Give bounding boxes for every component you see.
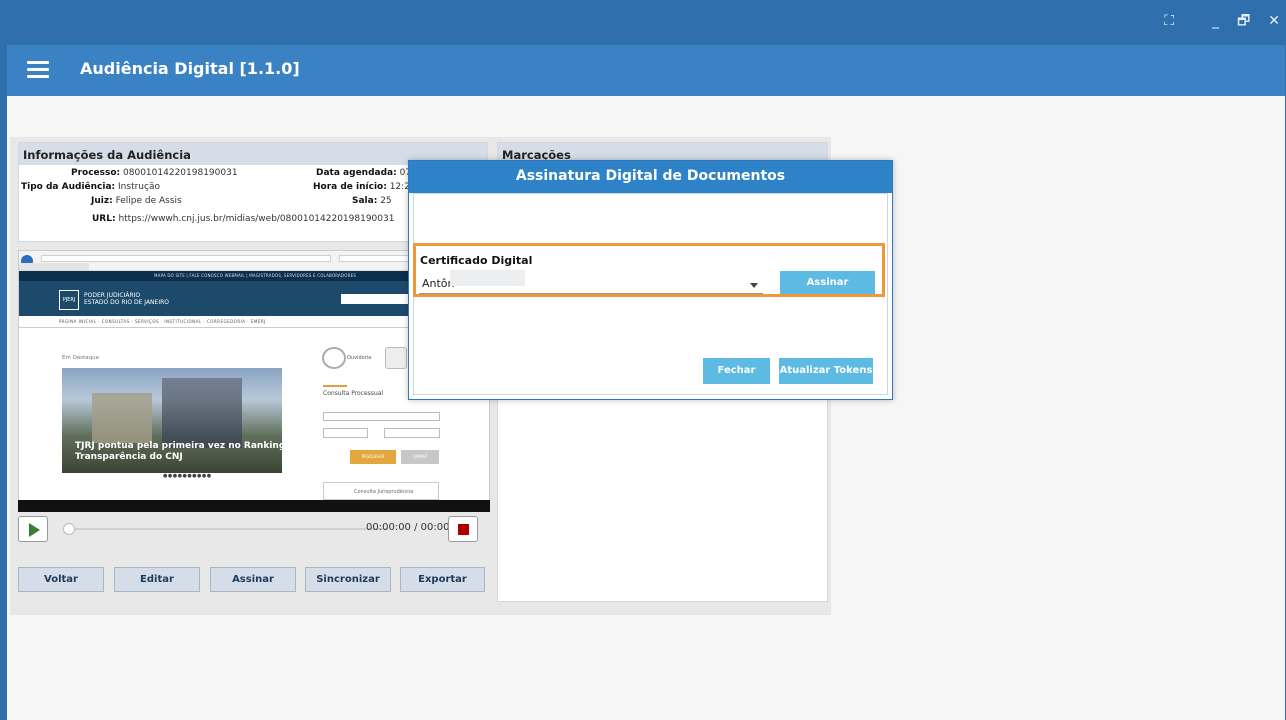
processo-row: Processo: 08001014220198190031 [71,168,238,178]
menu-icon[interactable] [27,61,49,79]
seek-handle[interactable] [63,523,75,535]
window-titlebar: ⛶ _ 🗗 ✕ [0,0,1286,45]
preview-building-image-2 [92,393,152,443]
sala-label: Sala: [352,196,378,206]
voltar-button[interactable]: Voltar [18,567,104,592]
preview-bottom-bar [18,500,490,512]
preview-headline-line2: Transparência do CNJ [75,452,183,462]
play-button[interactable] [18,516,48,542]
processo-value: 08001014220198190031 [123,168,238,178]
app-header: Audiência Digital [1.1.0] [7,45,1285,96]
preview-consulta-line [323,385,347,387]
certificate-label: Certificado Digital [420,254,533,267]
dialog-title: Assinatura Digital de Documentos [409,161,892,193]
editar-button[interactable]: Editar [114,567,200,592]
exportar-button[interactable]: Exportar [400,567,485,592]
preview-search-bar [339,255,409,262]
preview-building-image [162,378,242,448]
preview-limpar-button: LIMPAR [401,450,439,464]
preview-headline: TJRJ pontua pela primeira vez no Ranking… [75,441,301,463]
window-controls: ⛶ _ 🗗 ✕ [1164,12,1280,30]
preview-consulta-juris: Consulta Jurisprudência [323,482,439,500]
preview-logo-title: PODER JUDICIÁRIO [84,292,141,299]
preview-ouvidoria-icon [322,347,346,369]
close-icon[interactable]: ✕ [1268,12,1280,30]
juiz-value: Felipe de Assis [115,196,182,206]
preview-destaque: Em Destaque [62,355,99,361]
certificate-redacted [450,270,525,286]
processo-label: Processo: [71,168,121,178]
fechar-button[interactable]: Fechar [703,358,770,384]
hora-label: Hora de início: [313,182,387,192]
preview-input-2 [384,428,440,438]
dialog-assinar-button[interactable]: Assinar [780,271,875,294]
hora-row: Hora de início: 12:24 [313,182,416,192]
data-label: Data agendada: [316,168,397,178]
seek-track[interactable] [68,528,388,530]
preview-logo-text: PODER JUDICIÁRIO ESTADO DO RIO DE JANEIRO [84,292,169,306]
preview-logo-subtitle: ESTADO DO RIO DE JANEIRO [84,299,169,306]
assinar-button[interactable]: Assinar [210,567,296,592]
preview-carousel-dots: ●●●●●●●●●● [163,473,212,479]
tipo-label: Tipo da Audiência: [21,182,116,192]
sala-value: 25 [380,196,392,206]
app-title: Audiência Digital [1.1.0] [80,59,300,78]
preview-site-search [341,294,409,304]
preview-consulta-processual: Consulta Processual [323,390,384,397]
minimize-icon[interactable]: _ [1212,12,1219,30]
url-label: URL: [92,214,116,224]
preview-pesquisar-button: PESQUISAR [350,450,396,464]
preview-logo: PJERJ [59,290,79,310]
stop-button[interactable] [448,516,478,542]
atualizar-tokens-button[interactable]: Atualizar Tokens [779,358,873,384]
restore-icon[interactable]: 🗗 [1237,12,1250,30]
preview-input-1 [323,428,368,438]
chevron-down-icon[interactable] [750,283,758,288]
preview-headline-line1: TJRJ pontua pela primeira vez no Ranking… [75,441,301,451]
media-player: 00:00:00 / 00:00:00 [18,512,488,546]
preview-select [323,412,440,421]
preview-chat-icon [385,347,407,369]
preview-tab [19,263,89,270]
sala-row: Sala: 25 [352,196,392,206]
juiz-row: Juiz: Felipe de Assis [91,196,182,206]
tipo-row: Tipo da Audiência: Instrução [21,182,160,192]
url-value[interactable]: https://wwwh.cnj.jus.br/midias/web/08001… [118,214,394,224]
sincronizar-button[interactable]: Sincronizar [305,567,391,592]
juiz-label: Juiz: [91,196,113,206]
url-row: URL: https://wwwh.cnj.jus.br/midias/web/… [92,214,394,224]
tipo-value: Instrução [118,182,160,192]
preview-ouvidoria: Ouvidoria [347,355,372,361]
preview-address-bar [41,255,331,262]
fullscreen-icon[interactable]: ⛶ [1164,12,1174,30]
